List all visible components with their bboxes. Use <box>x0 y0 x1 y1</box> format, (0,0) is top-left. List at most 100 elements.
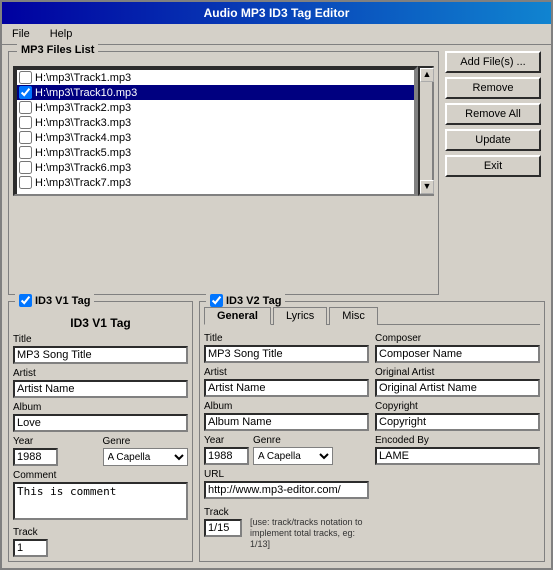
menu-help[interactable]: Help <box>44 26 79 42</box>
v2-track-note: [use: track/tracks notation to implement… <box>250 517 369 549</box>
v2-track-group: Track <box>204 503 242 537</box>
main-content: MP3 Files List H:\mp3\Track1.mp3H:\mp3\T… <box>2 45 551 301</box>
v2-encoded-by-input[interactable] <box>375 447 540 465</box>
v2-genre-group: Genre A Capella Alternative <box>253 431 333 465</box>
id3v2-checkbox[interactable] <box>210 294 223 307</box>
file-checkbox[interactable] <box>19 86 32 99</box>
v1-album-input[interactable] <box>13 414 188 432</box>
v1-track-input[interactable] <box>13 539 48 557</box>
id3v1-title: ID3 V1 Tag <box>13 316 188 330</box>
add-files-button[interactable]: Add File(s) ... <box>445 51 541 73</box>
file-name: H:\mp3\Track7.mp3 <box>35 177 131 189</box>
file-name: H:\mp3\Track2.mp3 <box>35 102 131 114</box>
v1-year-genre-row: Year Genre A Capella Alternative Blues C… <box>13 432 188 466</box>
file-name: H:\mp3\Track10.mp3 <box>35 87 137 99</box>
list-item[interactable]: H:\mp3\Track1.mp3 <box>17 70 414 85</box>
v1-album-label: Album <box>13 402 188 413</box>
v2-album-input[interactable] <box>204 413 369 431</box>
v1-artist-label: Artist <box>13 368 188 379</box>
v2-artist-input[interactable] <box>204 379 369 397</box>
list-item[interactable]: H:\mp3\Track3.mp3 <box>17 115 414 130</box>
file-checkbox[interactable] <box>19 146 32 159</box>
file-name: H:\mp3\Track6.mp3 <box>35 162 131 174</box>
file-name: H:\mp3\Track4.mp3 <box>35 132 131 144</box>
file-list-container[interactable]: H:\mp3\Track1.mp3 H:\mp3\Track10.mp3 H:\mp… <box>13 66 418 196</box>
v2-url-input[interactable] <box>204 481 369 499</box>
v2-year-label: Year <box>204 435 249 446</box>
v2-composer-input[interactable] <box>375 345 540 363</box>
v2-copyright-input[interactable] <box>375 413 540 431</box>
v2-general-content: Title Artist Album Year Genre <box>204 329 540 549</box>
list-item[interactable]: H:\mp3\Track2.mp3 <box>17 100 414 115</box>
v1-comment-input[interactable]: This is comment <box>13 482 188 520</box>
v2-title-label: Title <box>204 333 369 344</box>
update-button[interactable]: Update <box>445 129 541 151</box>
id3v1-checkbox[interactable] <box>19 294 32 307</box>
v2-track-input[interactable] <box>204 519 242 537</box>
v1-title-input[interactable] <box>13 346 188 364</box>
file-name: H:\mp3\Track1.mp3 <box>35 72 131 84</box>
remove-all-button[interactable]: Remove All <box>445 103 541 125</box>
tab-misc[interactable]: Misc <box>329 307 378 325</box>
tab-lyrics[interactable]: Lyrics <box>273 307 327 325</box>
v2-year-input[interactable] <box>204 447 249 465</box>
file-checkbox[interactable] <box>19 176 32 189</box>
v1-title-label: Title <box>13 334 188 345</box>
scrollbar-down[interactable]: ▼ <box>420 180 434 194</box>
file-checkbox[interactable] <box>19 161 32 174</box>
mp3-list-legend: MP3 Files List <box>17 44 98 56</box>
list-item[interactable]: H:\mp3\Track6.mp3 <box>17 160 414 175</box>
id3v2-legend: ID3 V2 Tag <box>206 294 285 307</box>
list-item[interactable]: H:\mp3\Track10.mp3 <box>17 85 414 100</box>
v2-url-label: URL <box>204 469 369 480</box>
id3v1-panel: ID3 V1 Tag ID3 V1 Tag Title Artist Album… <box>8 301 193 562</box>
v2-artist-label: Artist <box>204 367 369 378</box>
scrollbar-up[interactable]: ▲ <box>420 68 434 82</box>
v2-year-genre-row: Year Genre A Capella Alternative <box>204 431 369 465</box>
main-window: Audio MP3 ID3 Tag Editor File Help MP3 F… <box>0 0 553 570</box>
file-checkbox[interactable] <box>19 131 32 144</box>
file-checkbox[interactable] <box>19 116 32 129</box>
exit-button[interactable]: Exit <box>445 155 541 177</box>
v2-genre-label: Genre <box>253 435 333 446</box>
list-item[interactable]: H:\mp3\Track5.mp3 <box>17 145 414 160</box>
file-checkbox[interactable] <box>19 71 32 84</box>
tab-bar: General Lyrics Misc <box>204 306 540 325</box>
id3v2-panel: ID3 V2 Tag General Lyrics Misc Title Art… <box>199 301 545 562</box>
tab-general[interactable]: General <box>204 307 271 325</box>
file-checkbox[interactable] <box>19 101 32 114</box>
v2-original-artist-input[interactable] <box>375 379 540 397</box>
v2-track-label: Track <box>204 507 242 518</box>
v2-track-row: Track [use: track/tracks notation to imp… <box>204 503 369 549</box>
v2-encoded-by-label: Encoded By <box>375 435 540 446</box>
v2-year-group: Year <box>204 431 249 465</box>
v2-left-col: Title Artist Album Year Genre <box>204 329 369 549</box>
right-buttons-panel: Add File(s) ... Remove Remove All Update… <box>445 51 545 295</box>
remove-button[interactable]: Remove <box>445 77 541 99</box>
title-bar: Audio MP3 ID3 Tag Editor <box>2 2 551 24</box>
v2-copyright-label: Copyright <box>375 401 540 412</box>
v1-genre-label: Genre <box>103 436 189 447</box>
v1-year-group: Year <box>13 432 99 466</box>
window-title: Audio MP3 ID3 Tag Editor <box>204 6 350 20</box>
v1-year-input[interactable] <box>13 448 58 466</box>
menu-file[interactable]: File <box>6 26 36 42</box>
v1-genre-select[interactable]: A Capella Alternative Blues Classical <box>103 448 189 466</box>
menu-bar: File Help <box>2 24 551 45</box>
v1-track-label: Track <box>13 527 188 538</box>
list-item[interactable]: H:\mp3\Track7.mp3 <box>17 175 414 190</box>
v1-artist-input[interactable] <box>13 380 188 398</box>
v2-genre-select[interactable]: A Capella Alternative <box>253 447 333 465</box>
v2-album-label: Album <box>204 401 369 412</box>
file-list-wrapper: H:\mp3\Track1.mp3 H:\mp3\Track10.mp3 H:\mp… <box>13 66 434 196</box>
file-list[interactable]: H:\mp3\Track1.mp3 H:\mp3\Track10.mp3 H:\mp… <box>15 68 416 196</box>
v1-year-label: Year <box>13 436 99 447</box>
id3v1-legend: ID3 V1 Tag <box>15 294 94 307</box>
v2-title-input[interactable] <box>204 345 369 363</box>
mp3-files-group: MP3 Files List H:\mp3\Track1.mp3H:\mp3\T… <box>8 51 439 295</box>
v2-composer-label: Composer <box>375 333 540 344</box>
v2-original-artist-label: Original Artist <box>375 367 540 378</box>
file-name: H:\mp3\Track5.mp3 <box>35 147 131 159</box>
v1-genre-group: Genre A Capella Alternative Blues Classi… <box>103 432 189 466</box>
list-item[interactable]: H:\mp3\Track4.mp3 <box>17 130 414 145</box>
